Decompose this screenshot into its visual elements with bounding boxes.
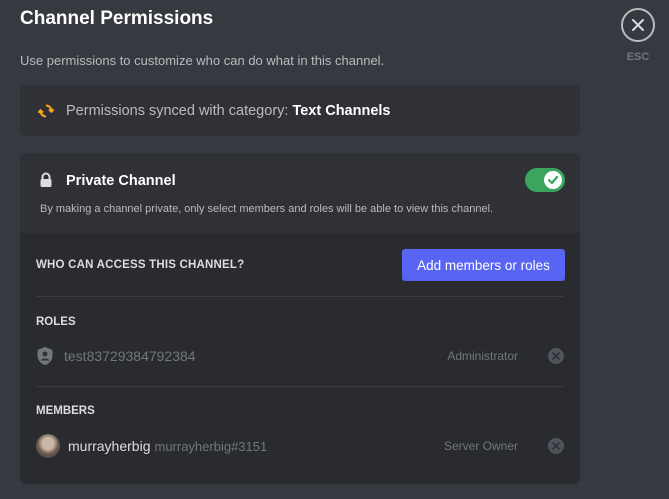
add-members-or-roles-button[interactable]: Add members or roles — [402, 249, 565, 281]
remove-role-button[interactable] — [548, 348, 564, 364]
private-channel-description: By making a channel private, only select… — [40, 203, 494, 215]
role-shield-icon — [37, 347, 53, 365]
access-section: WHO CAN ACCESS THIS CHANNEL? Add members… — [20, 233, 580, 484]
page-title: Channel Permissions — [20, 8, 214, 29]
private-channel-panel: Private Channel By making a channel priv… — [20, 153, 580, 484]
sync-text: Permissions synced with category: Text C… — [66, 103, 390, 119]
member-row: murrayherbig murrayherbig#3151 Server Ow… — [36, 432, 564, 460]
close-button[interactable] — [621, 8, 655, 42]
roles-label: ROLES — [36, 316, 76, 328]
members-label: MEMBERS — [36, 405, 95, 417]
sync-prefix: Permissions synced with category: — [66, 102, 293, 119]
remove-member-button[interactable] — [548, 438, 564, 454]
remove-icon — [552, 442, 560, 450]
avatar — [36, 434, 60, 458]
role-tag: Administrator — [447, 349, 518, 363]
sync-icon — [38, 103, 54, 119]
close-icon — [632, 19, 644, 31]
private-channel-title: Private Channel — [66, 173, 176, 189]
member-discriminator: murrayherbig#3151 — [154, 438, 268, 454]
page-subtitle: Use permissions to customize who can do … — [20, 53, 385, 68]
role-name: test83729384792384 — [64, 348, 196, 364]
member-name: murrayherbig — [68, 438, 151, 454]
esc-label: ESC — [626, 51, 650, 63]
sync-category[interactable]: Text Channels — [292, 103, 390, 119]
member-tag: Server Owner — [443, 439, 518, 453]
remove-icon — [552, 352, 560, 360]
role-row: test83729384792384 Administrator — [36, 342, 564, 370]
divider — [36, 386, 564, 387]
lock-icon — [40, 172, 52, 187]
sync-notice: Permissions synced with category: Text C… — [20, 85, 580, 136]
divider — [36, 296, 564, 297]
private-channel-header: Private Channel By making a channel priv… — [20, 153, 580, 233]
private-channel-toggle[interactable] — [525, 168, 565, 192]
access-heading: WHO CAN ACCESS THIS CHANNEL? — [36, 259, 245, 271]
toggle-knob — [544, 171, 562, 189]
check-icon — [547, 175, 559, 185]
